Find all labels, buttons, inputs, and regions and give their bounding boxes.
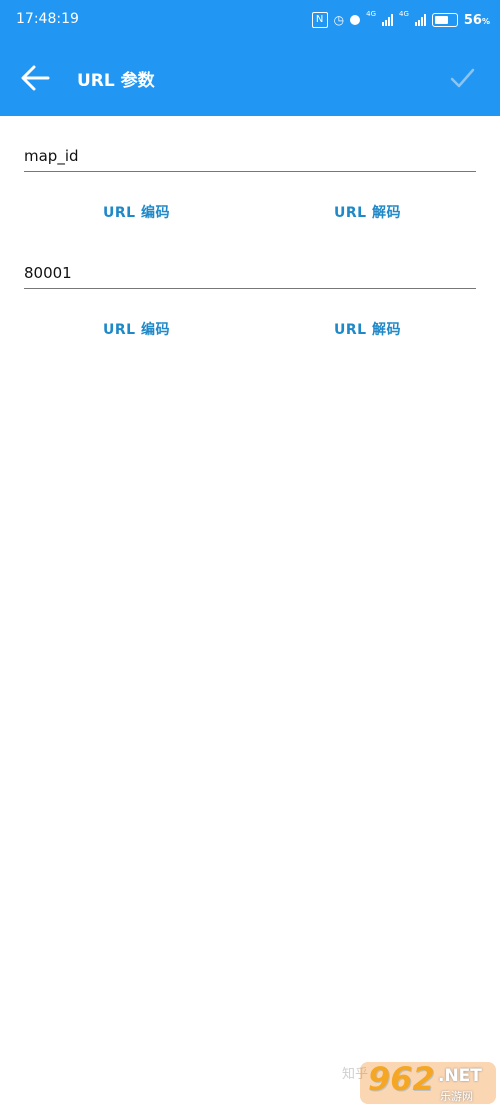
signal-icon — [382, 14, 393, 26]
notification-dot-icon — [350, 15, 361, 25]
watermark-brand: 962 — [368, 1060, 435, 1098]
status-bar: 17:48:19 N ◷ 4G 4G 56% — [0, 0, 500, 40]
status-time: 17:48:19 — [16, 11, 79, 27]
url-decode-button[interactable]: URL 解码 — [334, 319, 401, 339]
watermark-brand-suffix: .NET — [438, 1066, 482, 1086]
param-input[interactable] — [24, 264, 476, 288]
arrow-left-icon — [21, 65, 50, 91]
clock-icon: ◷ — [333, 13, 345, 27]
back-button[interactable] — [18, 62, 52, 94]
watermark-brand-sub: 乐游网 — [440, 1090, 473, 1103]
battery-percent: 56% — [463, 12, 490, 28]
signal-icon-2 — [414, 14, 426, 26]
check-icon — [450, 68, 475, 88]
network-type-label-2: 4G — [399, 10, 409, 18]
url-encode-button[interactable]: URL 编码 — [103, 319, 170, 339]
url-encode-button[interactable]: URL 编码 — [103, 202, 170, 222]
param-field[interactable] — [24, 146, 476, 172]
status-icons: N ◷ 4G 4G 56% — [311, 10, 490, 30]
confirm-button[interactable] — [448, 64, 476, 92]
param-field[interactable] — [24, 263, 476, 289]
battery-icon — [431, 13, 458, 27]
param-input[interactable] — [24, 147, 476, 171]
nfc-icon: N — [311, 12, 328, 28]
page-title: URL 参数 — [77, 71, 155, 91]
network-type-label: 4G — [366, 10, 376, 18]
app-toolbar: URL 参数 — [0, 40, 500, 116]
url-decode-button[interactable]: URL 解码 — [334, 202, 401, 222]
